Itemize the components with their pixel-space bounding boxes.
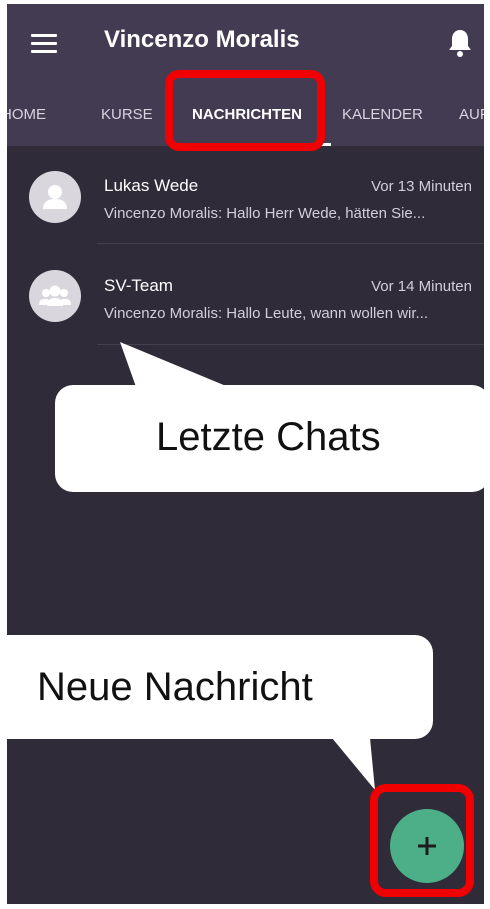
bell-icon[interactable] (447, 28, 473, 58)
tab-home[interactable]: HOME (7, 106, 46, 123)
tab-highlight-box (165, 70, 325, 151)
tab-kurse[interactable]: KURSE (101, 106, 153, 123)
chat-preview: Vincenzo Moralis: Hallo Leute, wann woll… (104, 305, 429, 322)
chat-preview: Vincenzo Moralis: Hallo Herr Wede, hätte… (104, 205, 426, 222)
chat-item-lukas-wede[interactable]: Lukas Wede Vor 13 Minuten Vincenzo Moral… (7, 146, 484, 246)
callout-new-message: Neue Nachricht (0, 635, 433, 739)
callout-recent-chats: Letzte Chats (55, 385, 490, 492)
callout-text: Neue Nachricht (37, 665, 313, 709)
divider (97, 243, 484, 244)
fab-highlight-box (370, 784, 474, 897)
chat-time: Vor 14 Minuten (371, 278, 472, 295)
callout-text: Letzte Chats (156, 415, 381, 459)
chat-name: SV-Team (104, 276, 173, 295)
tab-aufgaben[interactable]: AUF (459, 106, 484, 123)
chat-time: Vor 13 Minuten (371, 178, 472, 195)
tab-kalender[interactable]: KALENDER (342, 106, 423, 123)
chat-item-sv-team[interactable]: SV-Team Vor 14 Minuten Vincenzo Moralis:… (7, 246, 484, 346)
person-icon (29, 171, 81, 223)
page-title: Vincenzo Moralis (104, 26, 300, 53)
hamburger-menu-icon[interactable] (31, 34, 57, 54)
group-icon (29, 270, 81, 322)
chat-name: Lukas Wede (104, 176, 199, 195)
